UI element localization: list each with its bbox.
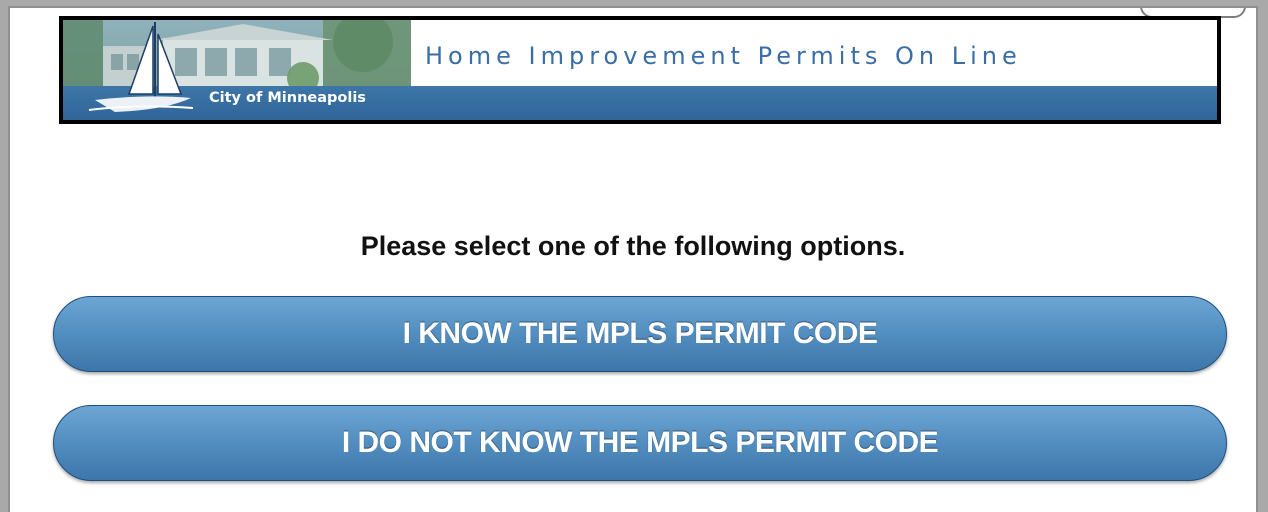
banner-title: Home Improvement Permits On Line <box>425 42 1022 70</box>
dont-know-permit-code-button[interactable]: I DO NOT KNOW THE MPLS PERMIT CODE <box>53 405 1227 481</box>
know-permit-code-button[interactable]: I KNOW THE MPLS PERMIT CODE <box>53 296 1227 372</box>
site-banner: Home Improvement Permits On Line City of… <box>59 16 1221 124</box>
page-frame: Home Improvement Permits On Line City of… <box>8 6 1258 512</box>
city-name-label: City of Minneapolis <box>209 90 366 106</box>
banner-inner: Home Improvement Permits On Line City of… <box>63 20 1217 120</box>
instruction-heading: Please select one of the following optio… <box>360 231 906 261</box>
sailboat-logo-icon <box>88 22 194 112</box>
